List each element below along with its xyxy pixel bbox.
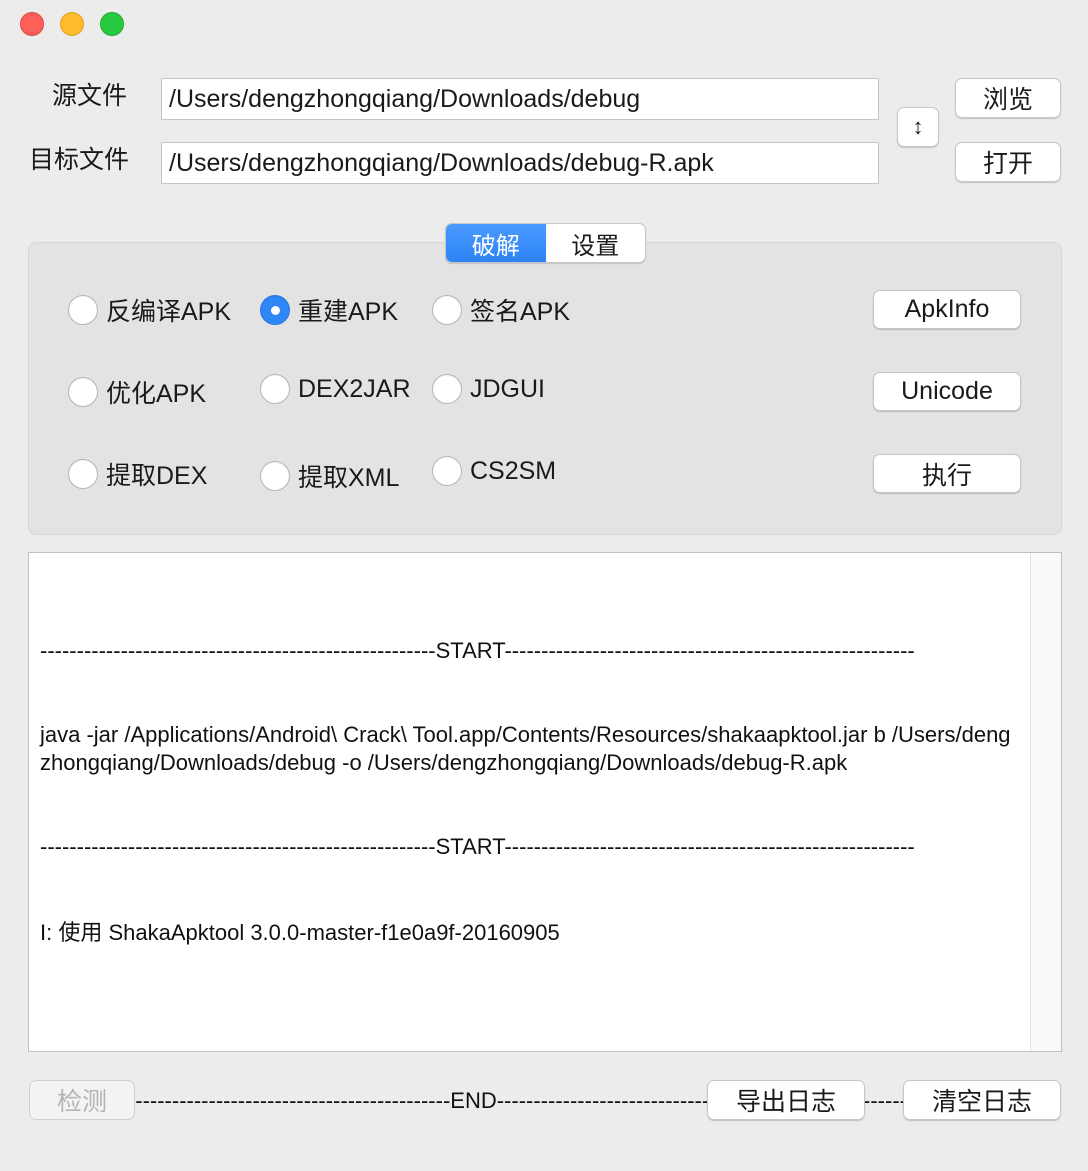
tab-crack[interactable]: 破解 [446,224,546,262]
tab-bar: 破解 设置 [445,223,646,263]
radio-extract-xml[interactable]: 提取XML [260,458,399,494]
detect-button[interactable]: 检测 [29,1080,135,1120]
radio-decompile-apk[interactable]: 反编译APK [68,292,231,328]
radio-label: CS2SM [470,456,557,485]
radio-circle[interactable] [432,456,462,486]
log-line: I: 使用 ShakaApktool 3.0.0-master-f1e0a9f-… [40,920,560,945]
log-text: ----------------------------------------… [40,581,1020,1171]
radio-optimize-apk[interactable]: 优化APK [68,374,206,410]
radio-label: 优化APK [106,380,207,408]
target-file-label: 目标文件 [29,146,130,174]
radio-label: JDGUI [470,374,545,403]
minimize-window-button[interactable] [60,12,84,36]
log-line: ----------------------------------------… [40,834,915,859]
open-button[interactable]: 打开 [955,142,1061,182]
log-scrollbar[interactable] [1030,553,1061,1051]
radio-label: 签名APK [470,298,571,326]
radio-circle[interactable] [432,374,462,404]
swap-arrows-icon: ↕ [912,114,924,139]
radio-circle[interactable] [432,295,462,325]
log-line: java -jar /Applications/Android\ Crack\ … [40,722,1011,775]
export-log-button[interactable]: 导出日志 [707,1080,865,1120]
radio-circle[interactable] [68,459,98,489]
radio-extract-dex[interactable]: 提取DEX [68,456,207,492]
log-line: ----------------------------------------… [40,638,915,663]
radio-circle[interactable] [260,461,290,491]
radio-sign-apk[interactable]: 签名APK [432,292,570,328]
radio-rebuild-apk[interactable]: 重建APK [260,292,398,328]
close-window-button[interactable] [20,12,44,36]
clear-log-button[interactable]: 清空日志 [903,1080,1061,1120]
radio-circle[interactable] [260,374,290,404]
unicode-button[interactable]: Unicode [873,372,1021,411]
apkinfo-button[interactable]: ApkInfo [873,290,1021,329]
radio-cs2sm[interactable]: CS2SM [432,456,556,486]
browse-button[interactable]: 浏览 [955,78,1061,118]
radio-dex2jar[interactable]: DEX2JAR [260,374,411,404]
source-file-input[interactable]: /Users/dengzhongqiang/Downloads/debug [161,78,879,120]
radio-jdgui[interactable]: JDGUI [432,374,545,404]
execute-button[interactable]: 执行 [873,454,1021,493]
swap-paths-button[interactable]: ↕ [897,107,939,147]
log-line: ----------------------------------------… [40,1088,907,1113]
tab-settings[interactable]: 设置 [546,224,646,262]
radio-label: 反编译APK [106,298,232,326]
radio-label: DEX2JAR [298,374,411,403]
radio-label: 重建APK [298,298,399,326]
log-output[interactable]: ----------------------------------------… [28,552,1062,1113]
radio-label: 提取XML [298,464,400,492]
radio-circle-selected[interactable] [260,295,290,325]
radio-label: 提取DEX [106,462,208,490]
maximize-window-button[interactable] [100,12,124,36]
radio-circle[interactable] [68,377,98,407]
target-file-input[interactable]: /Users/dengzhongqiang/Downloads/debug-R.… [161,142,879,184]
source-file-label: 源文件 [52,82,128,110]
radio-circle[interactable] [68,295,98,325]
